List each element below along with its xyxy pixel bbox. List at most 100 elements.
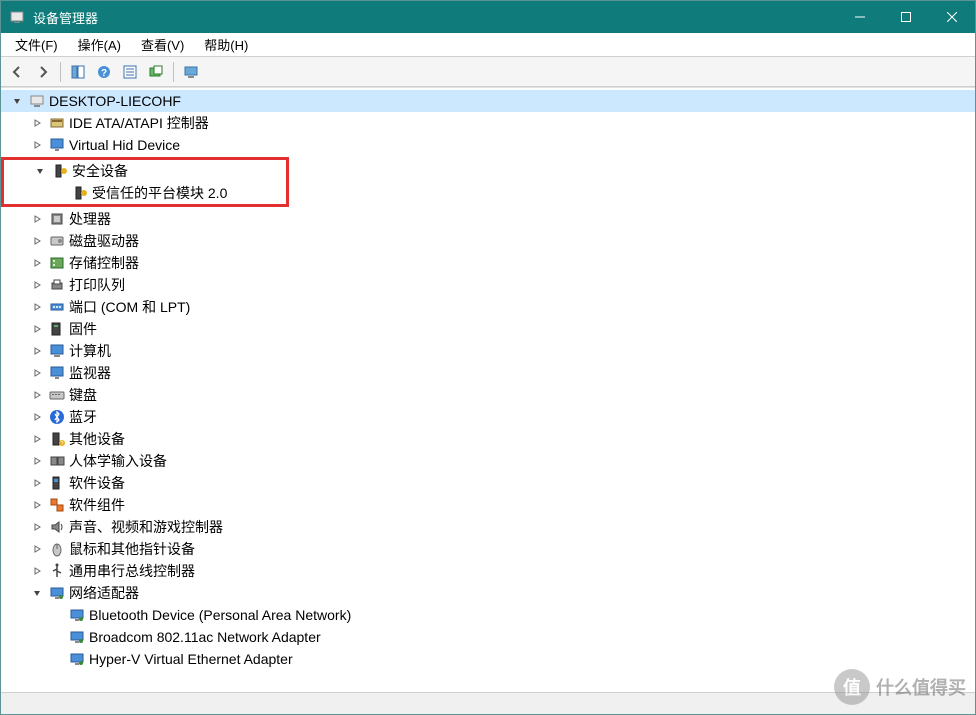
tree-item[interactable]: IDE ATA/ATAPI 控制器	[1, 112, 975, 134]
tree-item[interactable]: 蓝牙	[1, 406, 975, 428]
help-button[interactable]: ?	[92, 60, 116, 84]
toolbar-separator	[173, 62, 174, 82]
expander-icon[interactable]	[29, 365, 45, 381]
tree-item[interactable]: Broadcom 802.11ac Network Adapter	[1, 626, 975, 648]
expander-icon[interactable]	[32, 163, 48, 179]
tree-node-label: 计算机	[69, 341, 117, 361]
svg-text:?: ?	[61, 441, 64, 447]
close-button[interactable]	[929, 1, 975, 33]
app-icon	[9, 9, 25, 25]
expander-icon[interactable]	[29, 277, 45, 293]
tree-item[interactable]: 声音、视频和游戏控制器	[1, 516, 975, 538]
tree-node-label: 人体学输入设备	[69, 451, 173, 471]
expander-icon[interactable]	[29, 115, 45, 131]
forward-button[interactable]	[31, 60, 55, 84]
tree-item[interactable]: 通用串行总线控制器	[1, 560, 975, 582]
expander-icon[interactable]	[29, 431, 45, 447]
tree-item[interactable]: Hyper-V Virtual Ethernet Adapter	[1, 648, 975, 670]
network-icon	[48, 584, 66, 602]
tree-item[interactable]: 处理器	[1, 208, 975, 230]
expander-icon[interactable]	[29, 343, 45, 359]
tree-node-label: IDE ATA/ATAPI 控制器	[69, 113, 215, 133]
minimize-button[interactable]	[837, 1, 883, 33]
properties-button[interactable]	[118, 60, 142, 84]
tree-item[interactable]: 受信任的平台模块 2.0	[4, 182, 286, 204]
monitor-icon	[48, 364, 66, 382]
tree-item[interactable]: 软件设备	[1, 472, 975, 494]
tree-node-label: 键盘	[69, 385, 103, 405]
tree-item[interactable]: 键盘	[1, 384, 975, 406]
tree-node-label: 端口 (COM 和 LPT)	[69, 297, 196, 317]
menu-action[interactable]: 操作(A)	[68, 33, 131, 56]
tree-node-label: DESKTOP-LIECOHF	[49, 93, 187, 109]
tree-item[interactable]: 鼠标和其他指针设备	[1, 538, 975, 560]
expander-icon[interactable]	[29, 321, 45, 337]
expander-icon[interactable]	[29, 497, 45, 513]
expander-icon[interactable]	[29, 563, 45, 579]
device-manager-window: 设备管理器 文件(F) 操作(A) 查看(V) 帮助(H) ? DESKTOP-…	[0, 0, 976, 715]
menubar: 文件(F) 操作(A) 查看(V) 帮助(H)	[1, 33, 975, 57]
titlebar[interactable]: 设备管理器	[1, 1, 975, 33]
ide-icon	[48, 114, 66, 132]
maximize-button[interactable]	[883, 1, 929, 33]
expander-icon[interactable]	[29, 299, 45, 315]
expander-icon[interactable]	[29, 409, 45, 425]
expander-icon[interactable]	[29, 541, 45, 557]
menu-file[interactable]: 文件(F)	[5, 33, 68, 56]
security-icon	[51, 162, 69, 180]
port-icon	[48, 298, 66, 316]
menu-view[interactable]: 查看(V)	[131, 33, 194, 56]
expander-icon[interactable]	[29, 453, 45, 469]
bluetooth-icon	[48, 408, 66, 426]
netadapter-icon	[68, 628, 86, 646]
tree-item[interactable]: ?其他设备	[1, 428, 975, 450]
tree-item[interactable]: 软件组件	[1, 494, 975, 516]
tree-item[interactable]: 安全设备	[4, 160, 286, 182]
swcomp-icon	[48, 496, 66, 514]
tree-node-label: Virtual Hid Device	[69, 137, 186, 153]
tree-item[interactable]: Bluetooth Device (Personal Area Network)	[1, 604, 975, 626]
tree-node-label: 受信任的平台模块 2.0	[92, 183, 233, 203]
tree-node-label: Bluetooth Device (Personal Area Network)	[89, 607, 357, 623]
tree-item[interactable]: 计算机	[1, 340, 975, 362]
tree-node-label: 蓝牙	[69, 407, 103, 427]
keyboard-icon	[48, 386, 66, 404]
hid-icon	[48, 452, 66, 470]
content-area: DESKTOP-LIECOHF IDE ATA/ATAPI 控制器 Virtual …	[1, 87, 975, 692]
expander-icon[interactable]	[9, 93, 25, 109]
tree-item[interactable]: 端口 (COM 和 LPT)	[1, 296, 975, 318]
usb-icon	[48, 562, 66, 580]
tree-item[interactable]: 人体学输入设备	[1, 450, 975, 472]
show-hide-tree-button[interactable]	[66, 60, 90, 84]
expander-icon[interactable]	[29, 233, 45, 249]
tree-item[interactable]: 打印队列	[1, 274, 975, 296]
devices-button[interactable]	[179, 60, 203, 84]
tree-item[interactable]: 监视器	[1, 362, 975, 384]
menu-help[interactable]: 帮助(H)	[194, 33, 258, 56]
window-title: 设备管理器	[33, 8, 837, 27]
expander-icon[interactable]	[29, 585, 45, 601]
toolbar: ?	[1, 57, 975, 87]
back-button[interactable]	[5, 60, 29, 84]
device-tree[interactable]: DESKTOP-LIECOHF IDE ATA/ATAPI 控制器 Virtual …	[1, 88, 975, 692]
tree-item[interactable]: Virtual Hid Device	[1, 134, 975, 156]
tree-node-label: 固件	[69, 319, 103, 339]
scan-hardware-button[interactable]	[144, 60, 168, 84]
expander-icon[interactable]	[29, 255, 45, 271]
audio-icon	[48, 518, 66, 536]
tree-item[interactable]: 网络适配器	[1, 582, 975, 604]
tree-node-label: 鼠标和其他指针设备	[69, 539, 201, 559]
expander-icon[interactable]	[29, 387, 45, 403]
tree-item[interactable]: 磁盘驱动器	[1, 230, 975, 252]
tree-root[interactable]: DESKTOP-LIECOHF	[1, 90, 975, 112]
expander-icon[interactable]	[29, 137, 45, 153]
tree-item[interactable]: 固件	[1, 318, 975, 340]
expander-icon[interactable]	[29, 475, 45, 491]
expander-icon[interactable]	[29, 519, 45, 535]
expander-icon[interactable]	[29, 211, 45, 227]
highlight-annotation: 安全设备受信任的平台模块 2.0	[1, 157, 289, 207]
tree-node-label: 处理器	[69, 209, 117, 229]
computer-icon	[28, 92, 46, 110]
tree-item[interactable]: 存储控制器	[1, 252, 975, 274]
tree-node-label: 安全设备	[72, 161, 134, 181]
